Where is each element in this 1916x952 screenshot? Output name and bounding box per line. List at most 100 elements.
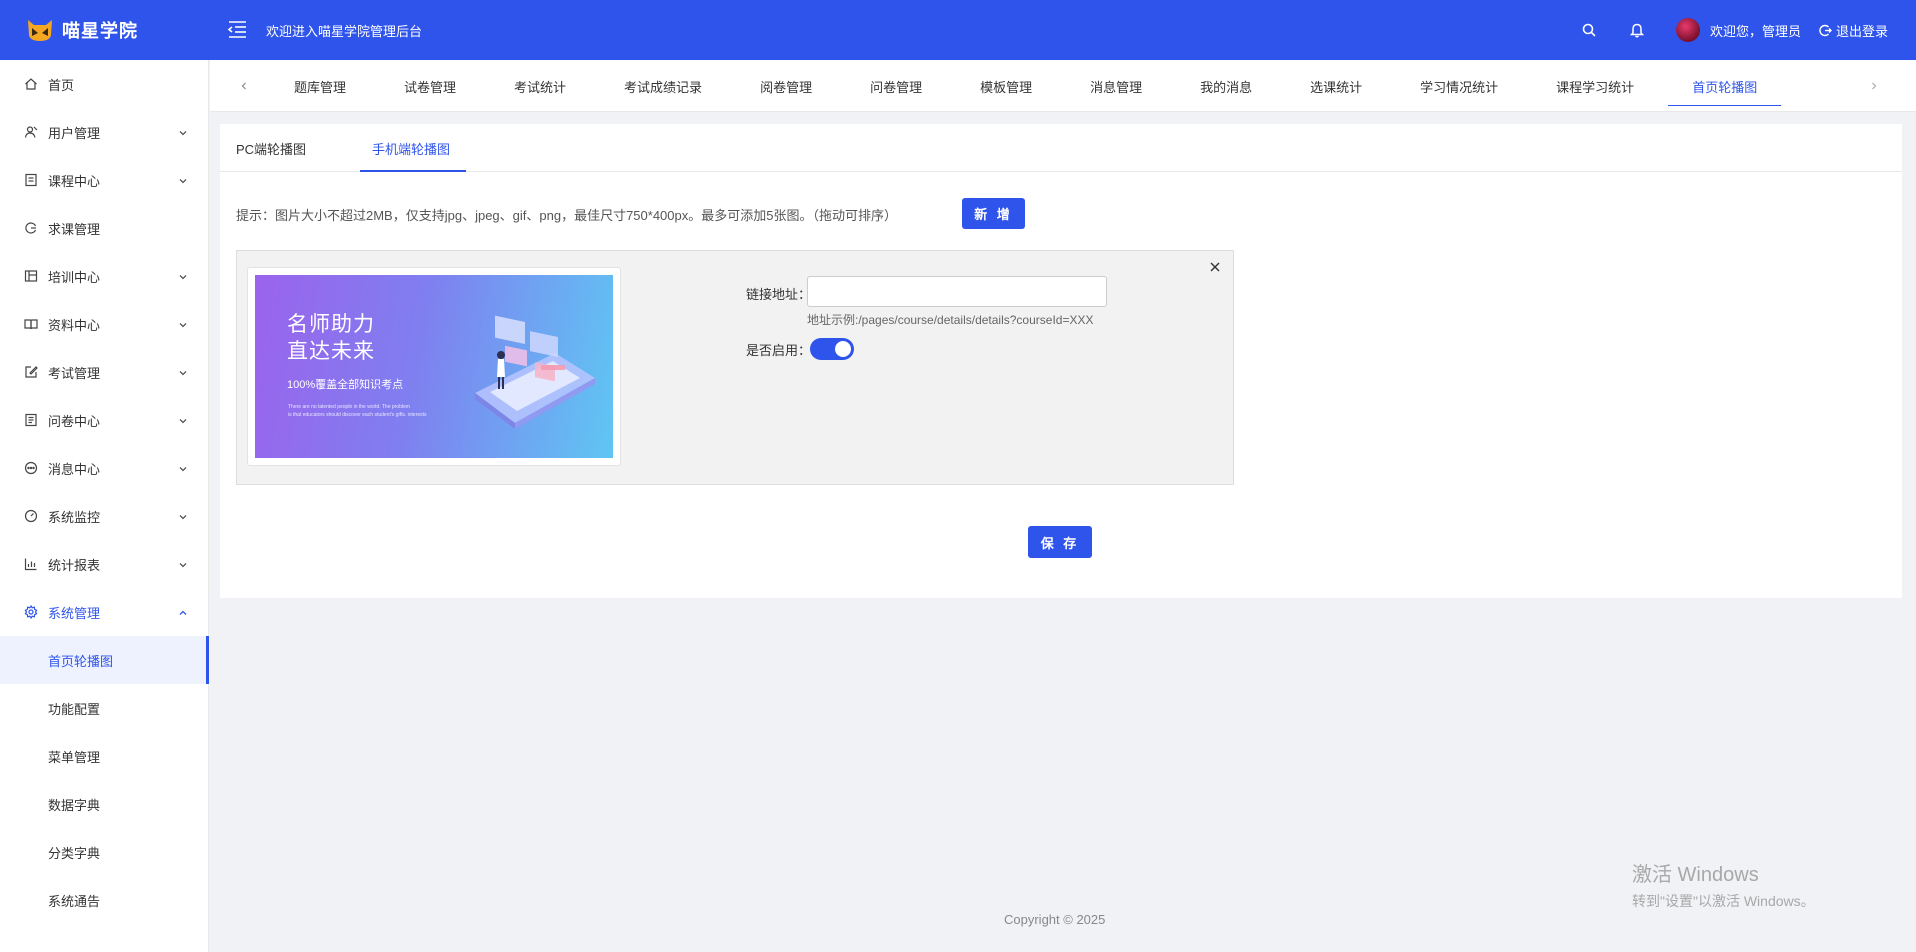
sidebar-subitem-label: 首页轮播图 [48,653,114,669]
search-icon[interactable] [1580,21,1598,39]
watermark-line2: 转到"设置"以激活 Windows。 [1632,893,1815,909]
sidebar-item-label: 首页 [48,77,75,93]
carousel-subtabs: PC端轮播图 手机端轮播图 [220,124,1902,172]
watermark-line1: 激活 Windows [1632,864,1759,886]
enable-toggle[interactable] [810,338,854,360]
sidebar-item-monitoring[interactable]: 系统监控 [0,492,208,540]
copyright-footer: Copyright © 2025 [1004,912,1106,927]
tab-question-bank[interactable]: 题库管理 [294,60,346,112]
windows-activation-watermark: 激活 Windows 转到"设置"以激活 Windows。 [1632,858,1815,911]
close-icon[interactable] [1207,259,1223,275]
sidebar-item-materials[interactable]: 资料中心 [0,300,208,348]
chevron-down-icon [178,414,188,429]
carousel-slide-item[interactable]: 名师助力 直达未来 100%覆盖全部知识考点 There are no tale… [236,250,1234,485]
chevron-up-icon [178,606,188,621]
course-icon [24,173,38,187]
book-icon [24,317,38,331]
edit-icon [24,365,38,379]
top-header: 喵星学院 欢迎进入喵星学院管理后台 欢迎您，管理员 退出登录 [0,0,1916,60]
sidebar-item-messages[interactable]: 消息中心 [0,444,208,492]
sidebar-item-label: 消息中心 [48,461,101,477]
chevron-down-icon [178,366,188,381]
subtab-mobile-carousel[interactable]: 手机端轮播图 [359,124,467,172]
app-name: 喵星学院 [62,21,138,41]
tab-exam-papers[interactable]: 试卷管理 [404,60,456,112]
link-label: 链接地址： [746,287,812,302]
sidebar-subitem-system-notice[interactable]: 系统通告 [0,876,208,924]
gear-icon [24,605,38,619]
sidebar-item-label: 问卷中心 [48,413,101,429]
sidebar-item-label: 系统监控 [48,509,101,525]
sidebar-item-surveys[interactable]: 问卷中心 [0,396,208,444]
sidebar-subitem-menu-management[interactable]: 菜单管理 [0,732,208,780]
chevron-down-icon [178,174,188,189]
tab-message-management[interactable]: 消息管理 [1090,60,1142,112]
sidebar-item-home[interactable]: 首页 [0,60,208,108]
enable-label: 是否启用： [746,343,812,358]
chevron-down-icon [178,462,188,477]
banner-title: 名师助力 直达未来 [287,311,375,365]
sidebar-item-reports[interactable]: 统计报表 [0,540,208,588]
tab-exam-statistics[interactable]: 考试统计 [514,60,566,112]
tab-my-messages[interactable]: 我的消息 [1200,60,1252,112]
sidebar-subitem-feature-config[interactable]: 功能配置 [0,684,208,732]
sidebar-subitem-category-dictionary[interactable]: 分类字典 [0,828,208,876]
page-tabs-bar: 题库管理 试卷管理 考试统计 考试成绩记录 阅卷管理 问卷管理 模板管理 消息管… [210,60,1916,112]
slide-image: 名师助力 直达未来 100%覆盖全部知识考点 There are no tale… [255,275,613,458]
add-button[interactable]: 新 增 [962,198,1025,229]
tab-home-carousel[interactable]: 首页轮播图 [1668,60,1782,112]
sidebar-item-label: 资料中心 [48,317,101,333]
chart-icon [24,557,38,571]
logout-icon [1819,24,1832,36]
sidebar-subitem-label: 功能配置 [48,701,101,717]
banner-title-line2: 直达未来 [287,340,375,363]
tab-learning-stats[interactable]: 学习情况统计 [1420,60,1498,112]
user-greeting: 欢迎您，管理员 [1709,23,1801,39]
tab-templates[interactable]: 模板管理 [980,60,1032,112]
avatar[interactable] [1675,18,1700,42]
subtab-pc-carousel[interactable]: PC端轮播图 [236,124,306,172]
sidebar-item-label: 考试管理 [48,365,101,381]
tab-exam-score-records[interactable]: 考试成绩记录 [624,60,702,112]
training-icon [24,269,38,283]
welcome-title: 欢迎进入喵星学院管理后台 [266,24,423,39]
save-button[interactable]: 保 存 [1028,526,1092,558]
menu-collapse-icon[interactable] [226,18,248,40]
slide-image-frame[interactable]: 名师助力 直达未来 100%覆盖全部知识考点 There are no tale… [247,267,621,466]
sidebar-subitem-label: 菜单管理 [48,749,101,765]
upload-hint: 提示：图片大小不超过2MB，仅支持jpg、jpeg、gif、png，最佳尺寸75… [236,208,897,223]
sidebar: 首页 用户管理 课程中心 求课管理 培训中心 资料中心 考试管理 问卷中心 消息… [0,60,209,952]
sidebar-item-exams[interactable]: 考试管理 [0,348,208,396]
tab-survey-management[interactable]: 问卷管理 [870,60,922,112]
sidebar-item-label: 系统管理 [48,605,101,621]
sidebar-item-label: 课程中心 [48,173,101,189]
chevron-down-icon [178,318,188,333]
bell-icon[interactable] [1628,21,1646,39]
tabs-scroll-right-icon[interactable] [1866,78,1882,94]
sidebar-item-courses[interactable]: 课程中心 [0,156,208,204]
link-url-input[interactable] [807,276,1107,307]
sidebar-item-system[interactable]: 系统管理 [0,588,208,636]
sidebar-item-course-requests[interactable]: 求课管理 [0,204,208,252]
message-icon [24,461,38,475]
user-icon [24,125,38,139]
sidebar-subitem-label: 数据字典 [48,797,101,813]
dashboard-icon [24,509,38,523]
sidebar-item-training[interactable]: 培训中心 [0,252,208,300]
home-icon [24,77,38,91]
tab-grading[interactable]: 阅卷管理 [760,60,812,112]
tab-course-selection-stats[interactable]: 选课统计 [1310,60,1362,112]
sidebar-subitem-data-dictionary[interactable]: 数据字典 [0,780,208,828]
logout-button[interactable]: 退出登录 [1819,21,1888,40]
sidebar-item-users[interactable]: 用户管理 [0,108,208,156]
cat-logo-icon [26,18,54,42]
logo[interactable]: 喵星学院 [0,17,210,43]
logout-label: 退出登录 [1835,23,1888,39]
chevron-down-icon [178,558,188,573]
survey-icon [24,413,38,427]
tab-course-learning-stats[interactable]: 课程学习统计 [1556,60,1634,112]
banner-small-line1: There are no talented people in the worl… [288,404,410,410]
sidebar-subitem-label: 分类字典 [48,845,101,861]
sidebar-subitem-home-carousel[interactable]: 首页轮播图 [0,636,209,684]
sidebar-item-label: 用户管理 [48,125,101,141]
